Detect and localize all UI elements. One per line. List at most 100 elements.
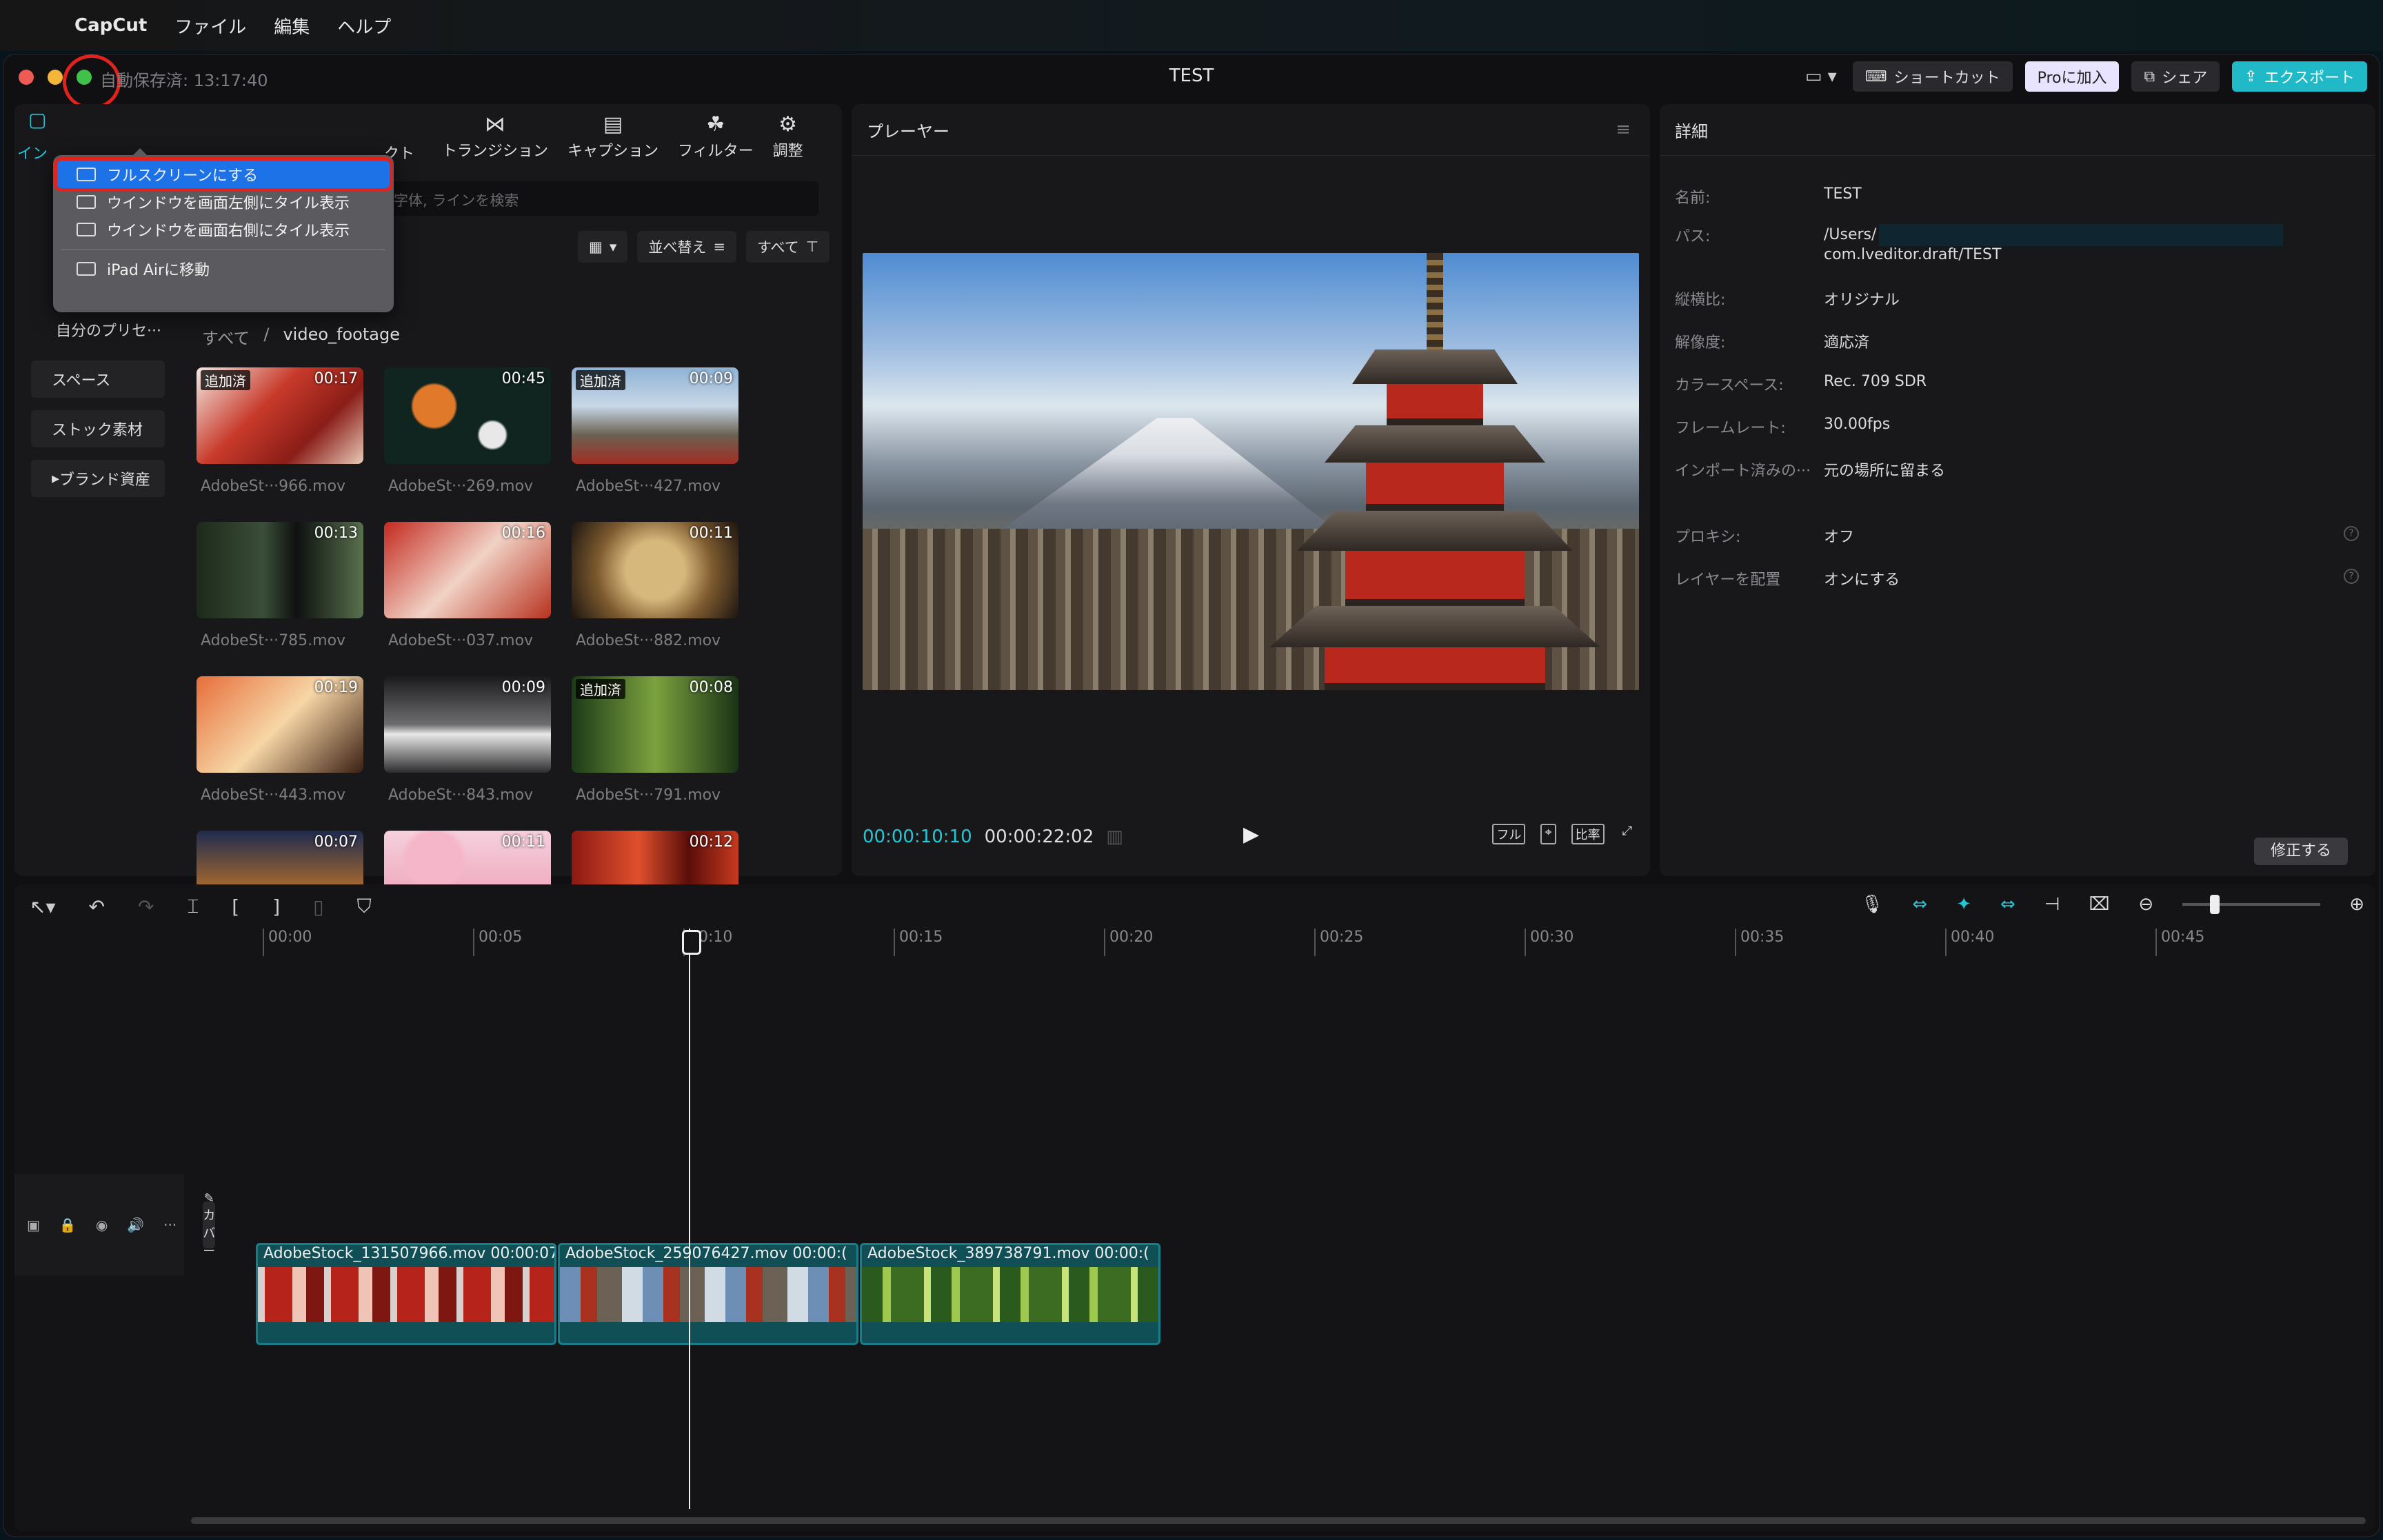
help-icon[interactable]: ? [2344, 569, 2359, 584]
breadcrumb-all[interactable]: すべて [202, 325, 250, 349]
zoom-out-icon[interactable]: ⊖ [2138, 894, 2153, 915]
magnet-icon[interactable]: ⇔ [1912, 894, 1927, 915]
tab-adjust[interactable]: ⚙ 調整 [773, 111, 803, 165]
time-ruler[interactable]: 00:00 00:05 00:10 00:15 00:20 00:25 00:3… [187, 929, 2375, 956]
player-title: プレーヤー [867, 122, 949, 141]
sort-button[interactable]: 並べ替え ≡ [637, 231, 736, 263]
export-button[interactable]: ⇪ エクスポート [2232, 61, 2367, 92]
sidebar-item-presets[interactable]: 自分のプリセ··· [31, 311, 165, 348]
clip-name: AdobeSt···843.mov [388, 787, 534, 804]
lock-icon[interactable]: 🔒 [59, 1217, 77, 1233]
cover-button[interactable]: ✎ カバー [203, 1191, 216, 1259]
share-button[interactable]: ⧉ シェア [2131, 61, 2220, 92]
pro-button[interactable]: Proに加入 [2024, 61, 2120, 92]
menu-item-move-to-ipad[interactable]: iPad Airに移動 [57, 255, 390, 283]
clip-name: AdobeSt···427.mov [576, 478, 721, 495]
redacted-path [1879, 224, 2284, 246]
sidebar-item-brand[interactable]: ▸ ブランド資産 [31, 460, 165, 497]
timeline-scrollbar[interactable] [191, 1517, 2366, 1524]
redo-icon[interactable]: ↷ [138, 895, 154, 918]
layout-icon[interactable]: ▭ ▾ [1802, 61, 1840, 92]
split-right-icon[interactable]: ] [272, 895, 280, 918]
search-input[interactable]: 字体, ラインを検索 [380, 181, 818, 216]
media-card[interactable]: 00:45 AdobeSt···269.mov [384, 367, 551, 495]
snap-icon[interactable]: ⊣ [2044, 894, 2060, 915]
volume-icon[interactable]: 🔊 [127, 1217, 144, 1233]
view-mode-button[interactable]: ▦ ▾ [578, 231, 628, 263]
zoom-slider[interactable] [2182, 895, 2321, 914]
timeline-clip[interactable]: AdobeStock_259076427.mov 00:00:( [558, 1243, 858, 1345]
tab-filter[interactable]: ☘ フィルター [678, 111, 754, 165]
video-preview[interactable] [863, 253, 1639, 690]
split-left-icon[interactable]: [ [232, 895, 239, 918]
menu-item-fullscreen[interactable]: フルスクリーンにする [54, 157, 393, 192]
ipad-icon [77, 262, 96, 276]
fit-icon[interactable]: ⌧ [2089, 894, 2109, 915]
media-card[interactable]: 00:11 AdobeSt···882.mov [572, 522, 738, 649]
modify-button[interactable]: 修正する [2253, 838, 2348, 865]
menu-item-tile-right[interactable]: ウインドウを画面右側にタイル表示 [57, 216, 390, 243]
play-button[interactable]: ▶ [1243, 822, 1259, 847]
help-icon[interactable]: ? [2344, 526, 2359, 541]
hamburger-icon[interactable]: ≡ [1616, 119, 1631, 140]
ratio-button[interactable]: 比率 [1571, 824, 1605, 844]
menu-file[interactable]: ファイル [174, 13, 246, 39]
detail-row-colorspace: カラースペース: Rec. 709 SDR [1675, 373, 1927, 394]
import-icon[interactable]: ▢ [28, 108, 46, 131]
clip-name: AdobeSt···966.mov [201, 478, 346, 495]
eye-icon[interactable]: ◉ [96, 1217, 108, 1233]
track-thumbnail-icon[interactable]: ▣ [27, 1217, 40, 1233]
breadcrumb-separator: / [263, 325, 270, 344]
full-quality-button[interactable]: フル [1492, 824, 1526, 844]
microphone-icon[interactable]: 🎙 [1860, 894, 1883, 915]
shield-icon[interactable]: ⛉ [357, 895, 372, 918]
select-tool-icon[interactable]: ↖▾ [30, 895, 56, 918]
player-timecode: 00:00:10:10 00:00:22:02 ▥ [863, 827, 1123, 847]
tab-transition[interactable]: ⋈ トランジション [442, 111, 548, 165]
media-card[interactable]: 00:19 AdobeSt···443.mov [197, 676, 363, 804]
tab-import-partial[interactable]: イン [17, 141, 48, 163]
split-icon[interactable]: ⌶ [187, 895, 199, 918]
timeline-panel: ↖▾ ↶ ↷ ⌶ [ ] ▯ ⛉ 🎙 ⇔ ✦ ⇔ ⊣ ⌧ ⊖ ⊕ 00:00 0… [14, 884, 2375, 1531]
delete-icon[interactable]: ▯ [313, 895, 323, 918]
more-icon[interactable]: ··· [163, 1217, 177, 1233]
titlebar-actions: ▭ ▾ ⌨ ショートカット Proに加入 ⧉ シェア ⇪ エクスポート [1802, 61, 2367, 92]
media-card[interactable]: 00:13 AdobeSt···785.mov [197, 522, 363, 649]
app-menu[interactable]: CapCut [74, 15, 147, 36]
snapshot-icon[interactable]: ⌖ [1540, 824, 1556, 844]
breadcrumb-current: video_footage [283, 325, 400, 344]
clip-duration: 00:09 [689, 370, 733, 387]
grid-icon: ▦ [589, 239, 603, 255]
undo-icon[interactable]: ↶ [89, 895, 105, 918]
window-zoom-menu: フルスクリーンにする ウインドウを画面左側にタイル表示 ウインドウを画面右側にタ… [53, 148, 394, 312]
fullscreen-expand-icon[interactable]: ⤢ [1620, 824, 1635, 844]
menu-edit[interactable]: 編集 [274, 13, 310, 39]
zoom-in-icon[interactable]: ⊕ [2349, 894, 2364, 915]
preview-axis-icon[interactable]: ⇔ [2000, 894, 2015, 915]
media-card[interactable]: 追加済 00:09 AdobeSt···427.mov [572, 367, 738, 495]
media-card[interactable]: 00:16 AdobeSt···037.mov [384, 522, 551, 649]
playhead[interactable] [682, 929, 701, 1509]
sidebar-item-stock[interactable]: ストック素材 [31, 410, 165, 447]
detail-row-layer: レイヤーを配置 オンにする [1675, 571, 1900, 589]
added-badge: 追加済 [576, 679, 625, 699]
filter-all-button[interactable]: すべて ⊤ [746, 231, 829, 263]
menu-item-tile-left[interactable]: ウインドウを画面左側にタイル表示 [57, 188, 390, 216]
media-card[interactable]: 追加済 00:08 AdobeSt···791.mov [572, 676, 738, 804]
total-time: 00:00:22:02 [984, 827, 1094, 847]
timeline-clip[interactable]: AdobeStock_131507966.mov 00:00:07: [256, 1243, 556, 1345]
sidebar-item-space[interactable]: スペース [31, 361, 165, 398]
chevron-right-icon: ▸ [52, 469, 60, 487]
clip-label: AdobeStock_131507966.mov 00:00:07: [263, 1245, 556, 1262]
media-card[interactable]: 00:09 AdobeSt···843.mov [384, 676, 551, 804]
clip-duration: 00:09 [501, 679, 545, 696]
tile-right-icon [77, 223, 96, 236]
ruler-label: 00:25 [1314, 929, 1363, 956]
link-icon[interactable]: ✦ [1956, 894, 1971, 915]
shortcut-button[interactable]: ⌨ ショートカット [1852, 61, 2013, 92]
timeline-clip[interactable]: AdobeStock_389738791.mov 00:00:( [860, 1243, 1160, 1345]
menu-help[interactable]: ヘルプ [337, 13, 391, 39]
clip-name: AdobeSt···037.mov [388, 632, 534, 649]
media-card[interactable]: 追加済 00:17 AdobeSt···966.mov [197, 367, 363, 495]
tab-caption[interactable]: ▤ キャプション [567, 111, 658, 165]
